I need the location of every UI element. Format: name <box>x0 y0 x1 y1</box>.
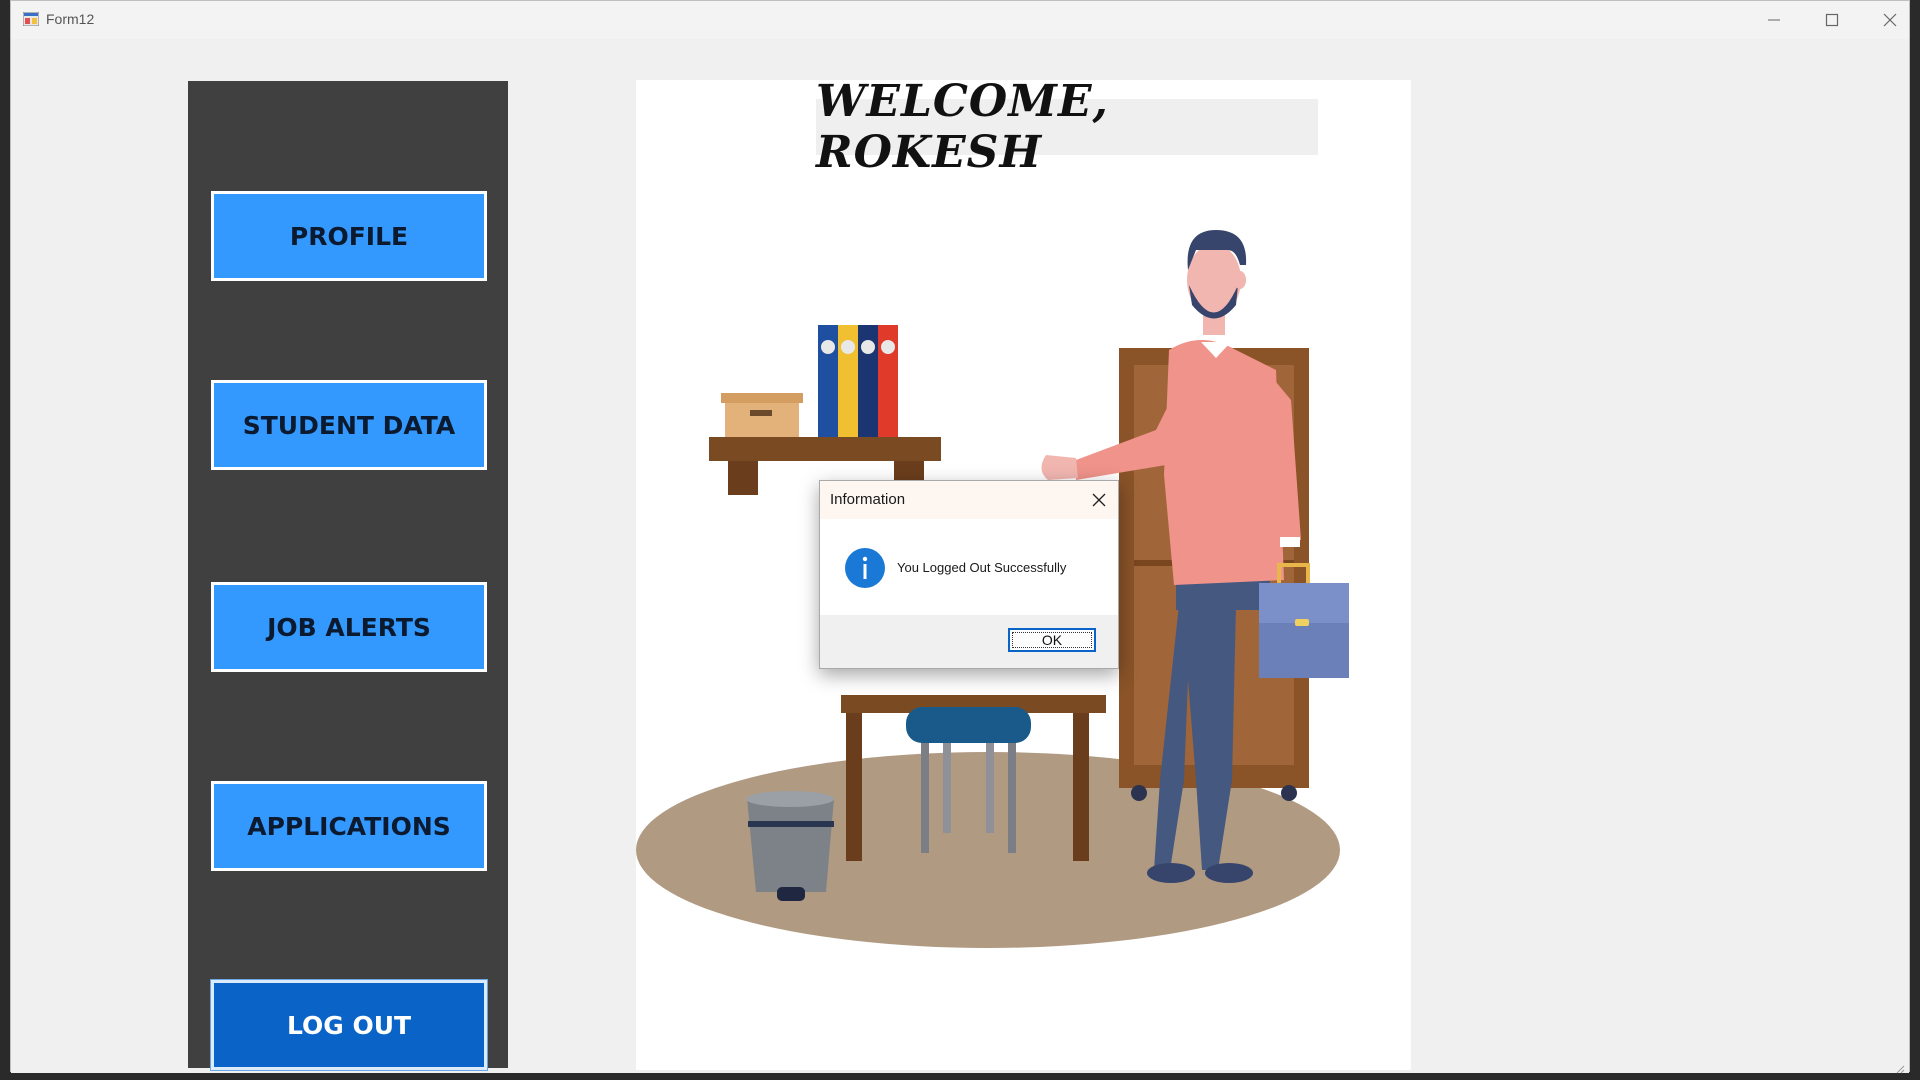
student-data-button[interactable]: STUDENT DATA <box>211 380 487 470</box>
close-icon <box>1883 13 1897 27</box>
close-button[interactable] <box>1861 1 1919 39</box>
dialog-close-button[interactable] <box>1088 489 1110 511</box>
welcome-banner: WELCOME, ROKESH <box>816 80 1318 178</box>
ok-button[interactable]: OK <box>1008 628 1096 652</box>
maximize-icon <box>1825 13 1839 27</box>
minimize-button[interactable] <box>1745 1 1803 39</box>
close-icon <box>1092 493 1106 507</box>
information-dialog: Information You Logged Out Successfully … <box>819 480 1119 669</box>
profile-button[interactable]: PROFILE <box>211 191 487 281</box>
info-icon <box>845 548 885 588</box>
dialog-title: Information <box>830 491 906 508</box>
maximize-button[interactable] <box>1803 1 1861 39</box>
minimize-icon <box>1768 19 1780 21</box>
resize-grip[interactable] <box>1893 1059 1905 1074</box>
nav-panel: PROFILE STUDENT DATA JOB ALERTS APPLICAT… <box>188 81 508 1071</box>
logout-button[interactable]: LOG OUT <box>210 979 488 1071</box>
dialog-footer: OK <box>820 615 1118 668</box>
resize-grip-icon <box>1896 1065 1905 1074</box>
dialog-body: You Logged Out Successfully <box>820 519 1118 615</box>
job-alerts-button[interactable]: JOB ALERTS <box>211 582 487 672</box>
title-bar[interactable]: Form12 <box>11 1 1909 39</box>
app-icon <box>23 12 39 26</box>
window-title: Form12 <box>46 11 95 27</box>
applications-button[interactable]: APPLICATIONS <box>211 781 487 871</box>
dialog-message: You Logged Out Successfully <box>897 560 1067 575</box>
dialog-title-bar[interactable]: Information <box>820 481 1118 519</box>
